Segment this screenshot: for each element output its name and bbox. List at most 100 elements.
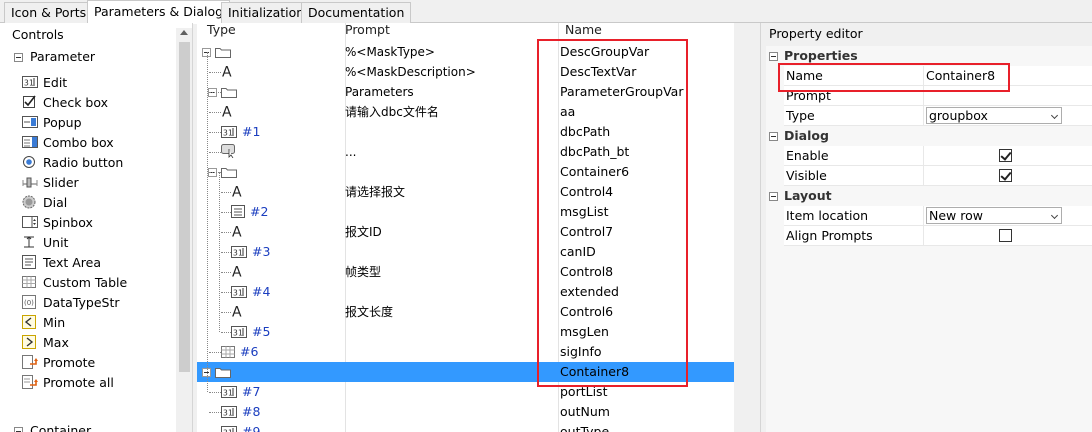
property-enable-label: Enable bbox=[786, 148, 829, 163]
control-slider[interactable]: Slider bbox=[22, 173, 79, 193]
property-row-item-location[interactable]: Item location New row bbox=[784, 206, 1092, 226]
grid-scrollbar[interactable] bbox=[734, 23, 737, 432]
property-editor-body: Properties Name Container8 Prompt Type g… bbox=[766, 46, 1092, 432]
collapse-icon[interactable] bbox=[769, 192, 778, 201]
control-text-area[interactable]: Text Area bbox=[22, 253, 101, 273]
svg-text:A: A bbox=[232, 265, 242, 279]
property-align-prompts-cell bbox=[923, 226, 1092, 246]
group-container-label: Container bbox=[30, 423, 92, 432]
promote-all-icon bbox=[22, 375, 38, 389]
svg-text:31: 31 bbox=[233, 289, 243, 298]
tree-connector bbox=[221, 232, 231, 233]
scroll-up-arrow-icon[interactable] bbox=[180, 30, 188, 35]
group-container[interactable]: Container bbox=[14, 423, 91, 432]
tree-connector bbox=[221, 292, 231, 293]
row-type: A bbox=[231, 262, 250, 284]
control-promote-all[interactable]: Promote all bbox=[22, 373, 114, 393]
tree-connector bbox=[209, 132, 221, 133]
control-check-box[interactable]: Check box bbox=[22, 93, 108, 113]
control-max[interactable]: Max bbox=[22, 333, 69, 353]
control-edit[interactable]: 31 Edit bbox=[22, 73, 67, 93]
property-enable-cell bbox=[923, 146, 1092, 166]
promote-icon bbox=[22, 355, 38, 369]
tab-icon-ports[interactable]: Icon & Ports bbox=[4, 2, 94, 23]
control-unit[interactable]: Unit bbox=[22, 233, 68, 253]
table-icon bbox=[221, 344, 235, 364]
control-slider-label: Slider bbox=[43, 175, 79, 190]
control-popup[interactable]: Popup bbox=[22, 113, 82, 133]
tree-connector bbox=[209, 92, 221, 93]
row-type: 31 #3 bbox=[231, 242, 270, 264]
collapse-icon[interactable] bbox=[14, 427, 23, 432]
control-combo-box[interactable]: Combo box bbox=[22, 133, 114, 153]
row-type bbox=[215, 362, 236, 384]
row-prompt: 报文长度 bbox=[345, 305, 394, 319]
tree-row[interactable]: 31 #9 outType bbox=[197, 422, 737, 432]
tab-documentation[interactable]: Documentation bbox=[301, 2, 412, 23]
param-number: #2 bbox=[250, 204, 269, 219]
param-number: #7 bbox=[242, 384, 261, 399]
button-icon bbox=[221, 144, 237, 164]
collapse-icon[interactable] bbox=[769, 132, 778, 141]
control-dial[interactable]: Dial bbox=[22, 193, 67, 213]
control-promote[interactable]: Promote bbox=[22, 353, 95, 373]
control-radio-button[interactable]: Radio button bbox=[22, 153, 123, 173]
property-visible-label: Visible bbox=[786, 168, 827, 183]
row-type bbox=[221, 82, 242, 104]
property-row-enable[interactable]: Enable bbox=[784, 146, 1092, 166]
property-type-select[interactable]: groupbox bbox=[926, 107, 1062, 124]
tree-row[interactable]: 31 #8 outNum bbox=[197, 402, 737, 422]
control-min[interactable]: Min bbox=[22, 313, 65, 333]
tree-connector bbox=[221, 312, 231, 313]
svg-text:(0): (0) bbox=[24, 299, 34, 307]
column-header-type[interactable]: Type bbox=[197, 23, 236, 41]
svg-text:31: 31 bbox=[223, 129, 233, 138]
row-prompt: %<MaskDescription> bbox=[345, 65, 476, 79]
svg-text:A: A bbox=[232, 185, 242, 199]
svg-text:31: 31 bbox=[223, 409, 233, 418]
dial-icon bbox=[22, 195, 38, 209]
property-row-visible[interactable]: Visible bbox=[784, 166, 1092, 186]
property-row-align-prompts[interactable]: Align Prompts bbox=[784, 226, 1092, 246]
visible-checkbox[interactable] bbox=[999, 169, 1012, 182]
group-parameter[interactable]: Parameter bbox=[14, 49, 95, 64]
property-row-type[interactable]: Type groupbox bbox=[784, 106, 1092, 126]
tree-guide-line bbox=[207, 52, 208, 392]
svg-text:31: 31 bbox=[24, 79, 34, 88]
section-layout[interactable]: Layout bbox=[769, 186, 832, 206]
tree-connector bbox=[209, 392, 221, 393]
column-header-prompt[interactable]: Prompt bbox=[335, 23, 390, 41]
section-dialog[interactable]: Dialog bbox=[769, 126, 829, 146]
row-type: #2 bbox=[231, 202, 268, 224]
control-custom-table[interactable]: Custom Table bbox=[22, 273, 127, 293]
param-number: #4 bbox=[252, 284, 271, 299]
text-label-icon: A bbox=[221, 64, 235, 84]
tree-guide-line bbox=[219, 172, 220, 332]
controls-scrollbar[interactable] bbox=[176, 28, 192, 432]
collapse-icon[interactable] bbox=[14, 53, 23, 62]
param-number: #6 bbox=[240, 344, 259, 359]
tab-initialization[interactable]: Initialization bbox=[221, 2, 312, 23]
list-icon bbox=[231, 204, 245, 224]
datatype-icon: (0) bbox=[22, 295, 38, 309]
tree-connector bbox=[221, 192, 231, 193]
folder-icon bbox=[221, 84, 237, 104]
collapse-icon[interactable] bbox=[769, 52, 778, 61]
row-prompt: Parameters bbox=[345, 85, 414, 99]
control-min-label: Min bbox=[43, 315, 66, 330]
enable-checkbox[interactable] bbox=[999, 149, 1012, 162]
control-spinbox[interactable]: Spinbox bbox=[22, 213, 93, 233]
control-check-box-label: Check box bbox=[43, 95, 109, 110]
row-name: outType bbox=[560, 424, 610, 432]
scroll-thumb[interactable] bbox=[179, 42, 190, 372]
align-prompts-checkbox[interactable] bbox=[999, 229, 1012, 242]
row-type: A bbox=[231, 302, 250, 324]
item-location-select[interactable]: New row bbox=[926, 207, 1062, 224]
param-number: #9 bbox=[242, 424, 261, 432]
tab-parameters-dialog[interactable]: Parameters & Dialog bbox=[87, 0, 231, 24]
text-label-icon: A bbox=[231, 184, 245, 204]
chevron-down-icon bbox=[1050, 211, 1059, 220]
property-item-location-cell: New row bbox=[923, 206, 1092, 226]
control-datatypestr[interactable]: (0) DataTypeStr bbox=[22, 293, 120, 313]
control-unit-label: Unit bbox=[43, 235, 69, 250]
